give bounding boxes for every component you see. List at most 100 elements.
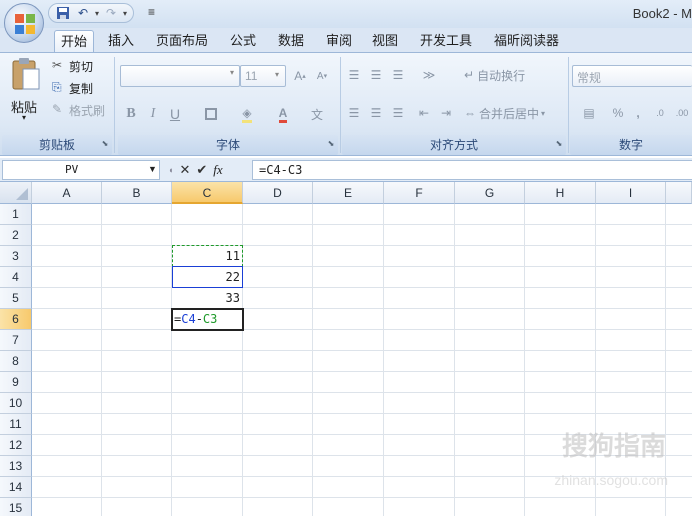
gridline [524,204,525,516]
gridline [32,392,692,393]
column-header-c[interactable]: C [172,182,243,204]
tab-review[interactable]: 审阅 [320,30,358,52]
row-header-11[interactable]: 11 [0,414,32,435]
quick-access-toolbar: ↶ ▾ ↷ ▾ [48,3,135,23]
customize-qat-icon[interactable]: ≡ [148,5,155,19]
paste-button[interactable]: 粘贴 ▾ [6,57,46,129]
underline-button[interactable]: U [166,103,184,125]
column-header-i[interactable]: I [596,182,666,204]
row-header-5[interactable]: 5 [0,288,32,309]
insert-function-icon[interactable]: fx [213,162,222,178]
tab-data[interactable]: 数据 [272,30,310,52]
borders-button[interactable] [196,103,226,125]
tab-view[interactable]: 视图 [366,30,404,52]
formula-input[interactable]: =C4-C3 [252,160,692,180]
name-box-dropdown-icon[interactable]: ▼ [148,164,157,174]
wrap-text-button[interactable]: ↵ 自动换行 [464,65,544,85]
clipboard-launcher-icon[interactable]: ⬊ [100,139,110,149]
font-name-select[interactable] [120,65,240,87]
column-header-partial[interactable] [666,182,692,204]
select-all-corner[interactable] [0,182,32,204]
row-header-13[interactable]: 13 [0,456,32,477]
name-box[interactable]: PV [2,160,160,180]
align-right-button[interactable]: ☰ [388,103,408,123]
number-format-select[interactable]: 常规 [572,65,692,87]
row-header-4[interactable]: 4 [0,267,32,288]
office-logo-icon [15,14,35,34]
column-header-g[interactable]: G [455,182,525,204]
row-header-15[interactable]: 15 [0,498,32,516]
font-launcher-icon[interactable]: ⬊ [326,139,336,149]
align-top-button[interactable]: ☰ [344,65,364,85]
row-header-1[interactable]: 1 [0,204,32,225]
shrink-font-button[interactable]: A ▾ [312,65,332,87]
fill-color-button[interactable]: ◈ [232,103,262,125]
comma-button[interactable]: , [630,103,646,123]
percent-button[interactable]: % [608,103,628,123]
align-bottom-button[interactable]: ☰ [388,65,408,85]
row-header-12[interactable]: 12 [0,435,32,456]
align-top-icon: ☰ [348,68,360,82]
formula-buttons: ◖ ✕ ✔ fx [164,160,250,180]
enter-icon[interactable]: ✔ [196,162,207,178]
cell-c5[interactable]: 33 [172,288,242,308]
worksheet-grid[interactable]: A B C D E F G H I 1 2 3 4 5 6 7 8 9 10 1… [0,182,692,516]
redo-icon[interactable]: ↷ [103,5,119,21]
office-button[interactable] [4,3,44,43]
merge-center-button[interactable]: ⇔ 合并后居中 ▾ [464,103,564,123]
decrease-indent-button[interactable]: ⇤ [414,103,434,123]
column-header-a[interactable]: A [32,182,102,204]
tab-page-layout[interactable]: 页面布局 [150,30,214,52]
orientation-button[interactable]: ≫ [414,65,444,85]
select-all-triangle-icon [16,188,28,200]
row-header-6[interactable]: 6 [0,309,32,330]
accounting-format-button[interactable]: ▤ [574,103,604,123]
watermark-text: 搜狗指南 [561,431,666,461]
copy-button[interactable]: ⎘ 复制 [52,79,112,97]
align-center-button[interactable]: ☰ [366,103,386,123]
tab-foxit-reader[interactable]: 福昕阅读器 [488,30,565,52]
tab-insert[interactable]: 插入 [102,30,140,52]
phonetic-button[interactable]: 文 [302,103,332,125]
formula-bar: PV ▼ ◖ ✕ ✔ fx =C4-C3 [0,158,692,182]
row-header-8[interactable]: 8 [0,351,32,372]
bold-button[interactable]: B [122,103,140,125]
column-header-b[interactable]: B [102,182,172,204]
tab-home[interactable]: 开始 [54,30,95,52]
phonetic-icon: 文 [310,107,323,122]
column-header-d[interactable]: D [243,182,313,204]
gridline [32,245,692,246]
wrap-text-icon: ↵ [464,68,475,82]
column-header-e[interactable]: E [313,182,384,204]
undo-dropdown-icon[interactable]: ▾ [95,9,99,18]
column-header-h[interactable]: H [525,182,596,204]
cut-button[interactable]: ✂ 剪切 [52,57,112,75]
italic-button[interactable]: I [144,103,162,125]
font-color-button[interactable]: A [268,103,298,125]
cancel-icon[interactable]: ✕ [179,162,190,178]
save-icon[interactable] [55,5,71,21]
row-header-14[interactable]: 14 [0,477,32,498]
tab-formulas[interactable]: 公式 [224,30,262,52]
undo-icon[interactable]: ↶ [75,5,91,21]
grow-font-button[interactable]: A ▴ [290,65,310,87]
row-header-2[interactable]: 2 [0,225,32,246]
row-header-9[interactable]: 9 [0,372,32,393]
increase-indent-button[interactable]: ⇥ [436,103,456,123]
align-middle-button[interactable]: ☰ [366,65,386,85]
column-header-f[interactable]: F [384,182,455,204]
function-dropdown-icon[interactable]: ◖ [168,165,173,175]
font-size-select[interactable]: 11 ▾ [240,65,286,87]
increase-decimal-button[interactable]: .0 [650,103,670,123]
alignment-launcher-icon[interactable]: ⬊ [554,139,564,149]
row-header-10[interactable]: 10 [0,393,32,414]
row-header-7[interactable]: 7 [0,330,32,351]
align-middle-icon: ☰ [370,68,382,82]
font-name-dropdown-icon[interactable]: ▾ [230,68,234,77]
decrease-decimal-button[interactable]: .00 [672,103,692,123]
format-painter-button[interactable]: ✎ 格式刷 [52,101,112,119]
row-header-3[interactable]: 3 [0,246,32,267]
align-left-button[interactable]: ☰ [344,103,364,123]
redo-dropdown-icon[interactable]: ▾ [123,9,127,18]
tab-developer[interactable]: 开发工具 [414,30,478,52]
